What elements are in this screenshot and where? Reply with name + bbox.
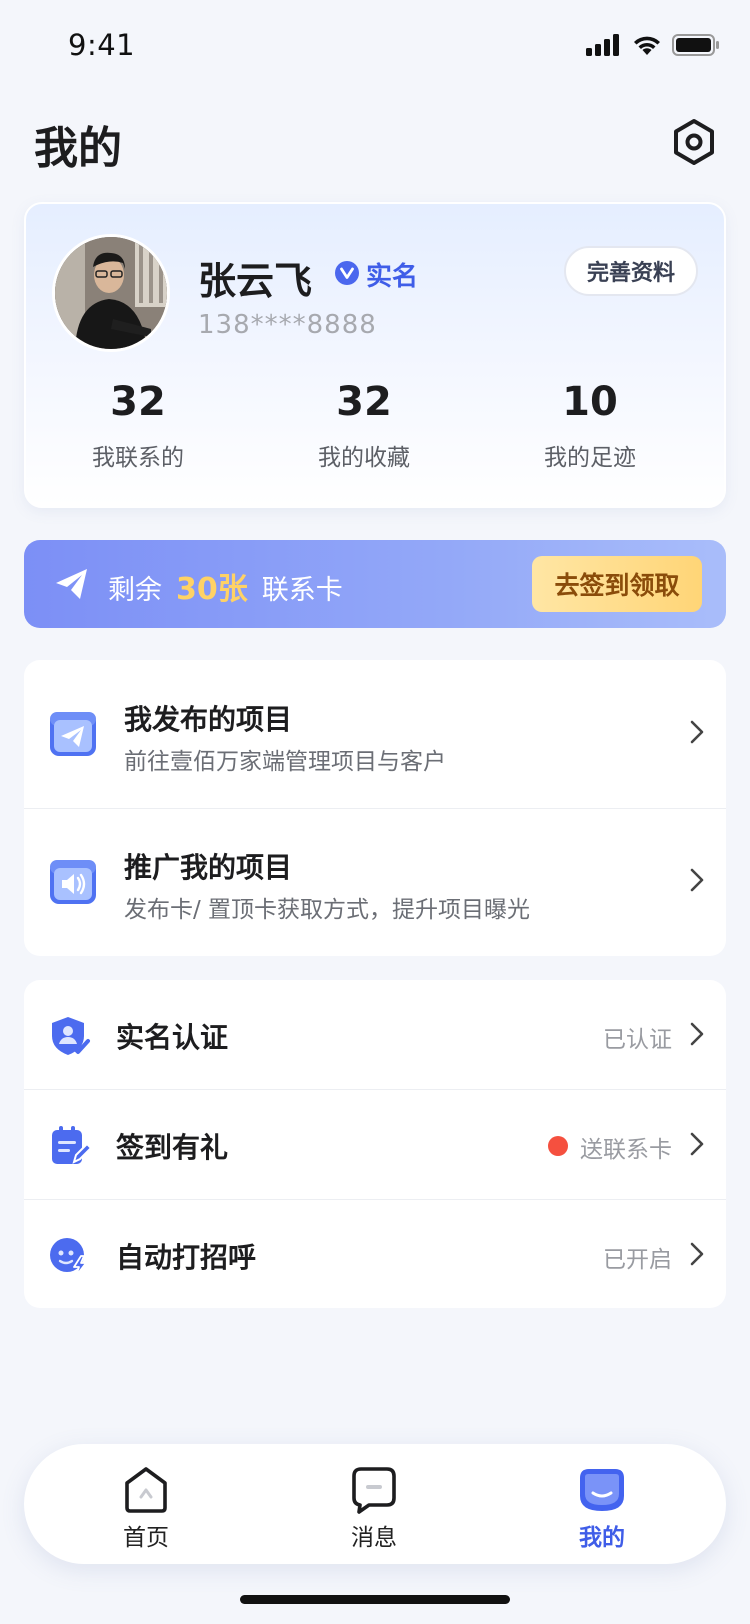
contact-card-text: 剩余 30张 联系卡 xyxy=(108,564,343,608)
settings-button[interactable] xyxy=(670,118,718,170)
avatar[interactable] xyxy=(52,234,170,352)
home-indicator xyxy=(240,1595,510,1604)
stat-value: 10 xyxy=(562,379,618,425)
edit-profile-button[interactable]: 完善资料 xyxy=(564,246,698,296)
speaker-icon xyxy=(48,856,98,906)
list-item-my-projects[interactable]: 我发布的项目 前往壹佰万家端管理项目与客户 xyxy=(24,660,726,808)
shield-user-icon xyxy=(48,1014,92,1058)
list-item-label: 签到有礼 xyxy=(116,1131,229,1164)
paper-plane-icon xyxy=(48,708,98,758)
stat-label: 我的收藏 xyxy=(318,445,410,471)
profile-card: 张云飞 实名 138****8888 完善资料 32 我联系的 32 我的收藏 … xyxy=(24,202,726,508)
user-phone: 138****8888 xyxy=(198,310,377,340)
chevron-right-icon xyxy=(690,1022,704,1050)
verified-check-icon xyxy=(334,260,360,290)
list-item-promote-projects[interactable]: 推广我的项目 发布卡/ 置顶卡获取方式，提升项目曝光 xyxy=(24,808,726,956)
list-item-value: 送联系卡 xyxy=(580,1137,672,1163)
list-item-label: 实名认证 xyxy=(116,1021,229,1054)
notification-dot xyxy=(548,1136,568,1156)
stat-label: 我的足迹 xyxy=(544,445,636,471)
stat-label: 我联系的 xyxy=(92,445,184,471)
list-item-value: 已开启 xyxy=(603,1247,672,1273)
page-title: 我的 xyxy=(34,123,122,174)
tab-label: 消息 xyxy=(351,1525,397,1551)
stat-value: 32 xyxy=(110,379,166,425)
project-title: 我发布的项目 xyxy=(124,703,293,736)
paper-plane-icon xyxy=(54,566,90,606)
stat-footprints[interactable]: 10 我的足迹 xyxy=(510,380,670,472)
tab-bar: 首页 消息 我的 xyxy=(24,1444,726,1564)
chevron-right-icon xyxy=(690,1242,704,1270)
project-desc: 发布卡/ 置顶卡获取方式，提升项目曝光 xyxy=(124,897,531,923)
contact-card-banner: 剩余 30张 联系卡 去签到领取 xyxy=(24,540,726,628)
home-icon xyxy=(86,1466,206,1514)
calendar-edit-icon xyxy=(48,1124,93,1168)
project-title: 推广我的项目 xyxy=(124,851,293,884)
stat-value: 32 xyxy=(336,379,392,425)
list-item-auto-greet[interactable]: 自动打招呼 已开启 xyxy=(24,1200,726,1309)
chevron-right-icon xyxy=(690,1132,704,1160)
stat-contacted[interactable]: 32 我联系的 xyxy=(58,380,218,472)
project-desc: 前往壹佰万家端管理项目与客户 xyxy=(124,749,446,775)
status-icons xyxy=(586,34,720,60)
list-item-label: 自动打招呼 xyxy=(116,1241,257,1274)
message-icon xyxy=(314,1466,434,1514)
tab-label: 首页 xyxy=(123,1525,169,1551)
tab-profile[interactable]: 我的 xyxy=(542,1466,662,1552)
contact-card-prefix: 剩余 xyxy=(108,575,162,606)
sign-in-claim-button[interactable]: 去签到领取 xyxy=(532,556,702,612)
chevron-right-icon xyxy=(690,868,704,896)
verified-badge: 实名 xyxy=(334,256,418,293)
contact-card-suffix: 联系卡 xyxy=(261,575,343,606)
contact-card-count: 30张 xyxy=(176,572,248,607)
tab-label: 我的 xyxy=(579,1525,625,1551)
face-bolt-icon xyxy=(48,1234,92,1278)
profile-face-icon xyxy=(542,1466,662,1514)
settings-card: 实名认证 已认证 签到有礼 送联系卡 自动打招呼 已开启 xyxy=(24,980,726,1308)
battery-icon xyxy=(672,34,720,60)
settings-icon xyxy=(672,118,716,170)
signal-icon xyxy=(586,34,622,60)
status-bar: 9:41 xyxy=(0,0,750,96)
list-item-real-name[interactable]: 实名认证 已认证 xyxy=(24,980,726,1089)
status-time: 9:41 xyxy=(68,28,136,62)
user-name: 张云飞 xyxy=(198,259,313,303)
tab-home[interactable]: 首页 xyxy=(86,1466,206,1552)
stat-favorites[interactable]: 32 我的收藏 xyxy=(284,380,444,472)
chevron-right-icon xyxy=(690,720,704,748)
list-item-check-in[interactable]: 签到有礼 送联系卡 xyxy=(24,1090,726,1199)
list-item-value: 已认证 xyxy=(603,1027,672,1053)
project-card: 我发布的项目 前往壹佰万家端管理项目与客户 推广我的项目 发布卡/ 置顶卡获取方… xyxy=(24,660,726,956)
verified-label: 实名 xyxy=(366,262,419,292)
tab-messages[interactable]: 消息 xyxy=(314,1466,434,1552)
wifi-icon xyxy=(632,34,662,60)
